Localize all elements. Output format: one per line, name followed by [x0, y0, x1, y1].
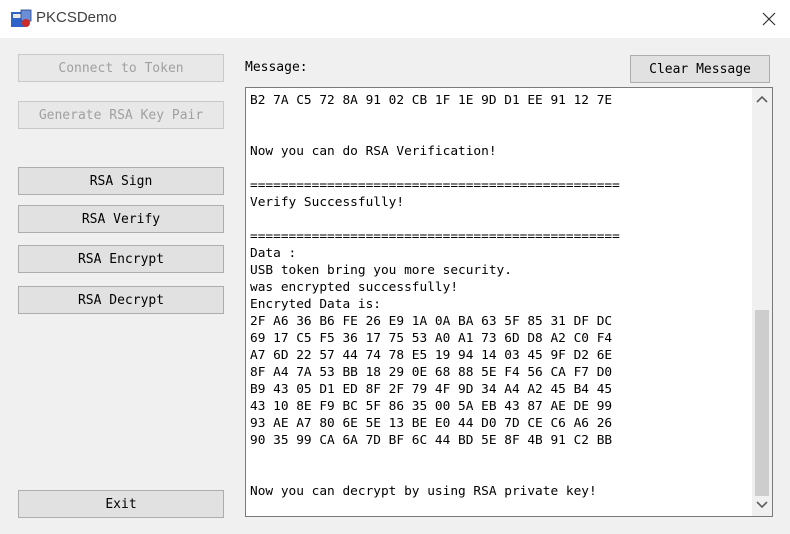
window-title: PKCSDemo	[36, 9, 117, 26]
title-bar: PKCSDemo	[0, 0, 790, 38]
message-text: B2 7A C5 72 8A 91 02 CB 1F 1E 9D D1 EE 9…	[250, 93, 620, 499]
card-reader-icon	[11, 9, 32, 27]
chevron-down-icon[interactable]	[752, 495, 772, 515]
message-label: Message:	[245, 60, 308, 75]
message-box[interactable]: B2 7A C5 72 8A 91 02 CB 1F 1E 9D D1 EE 9…	[245, 87, 773, 517]
rsa-verify-button[interactable]: RSA Verify	[18, 205, 224, 233]
rsa-decrypt-button[interactable]: RSA Decrypt	[18, 286, 224, 314]
connect-to-token-button[interactable]: Connect to Token	[18, 54, 224, 82]
rsa-encrypt-button[interactable]: RSA Encrypt	[18, 245, 224, 273]
close-icon[interactable]	[756, 6, 782, 32]
rsa-sign-button[interactable]: RSA Sign	[18, 167, 224, 195]
scroll-thumb[interactable]	[755, 310, 769, 496]
exit-button[interactable]: Exit	[18, 490, 224, 518]
generate-rsa-key-pair-button[interactable]: Generate RSA Key Pair	[18, 101, 224, 129]
chevron-up-icon[interactable]	[752, 89, 772, 109]
vertical-scrollbar[interactable]	[752, 88, 772, 516]
clear-message-button[interactable]: Clear Message	[630, 55, 770, 83]
